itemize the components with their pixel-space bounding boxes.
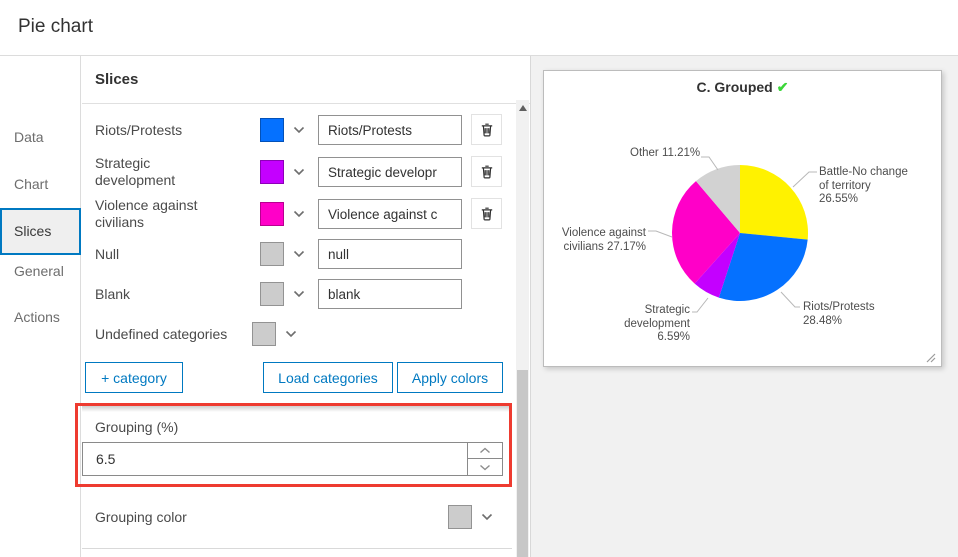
delete-category-button[interactable] bbox=[471, 114, 502, 145]
pie-label-battle: Battle-No change of territory 26.55% bbox=[819, 166, 908, 205]
pie-label-riots: Riots/Protests 28.48% bbox=[803, 301, 875, 327]
category-label: Strategic development bbox=[95, 155, 176, 188]
color-swatch[interactable] bbox=[260, 118, 284, 142]
color-swatch[interactable] bbox=[260, 160, 284, 184]
grouping-color-label: Grouping color bbox=[95, 509, 187, 525]
category-label: Null bbox=[95, 246, 120, 262]
delete-category-button[interactable] bbox=[471, 198, 502, 229]
chevron-down-icon[interactable] bbox=[293, 168, 305, 176]
category-name-input[interactable] bbox=[318, 279, 462, 309]
chevron-down-icon[interactable] bbox=[293, 126, 305, 134]
pie-slices-group bbox=[671, 165, 809, 302]
chevron-down-icon bbox=[480, 464, 490, 470]
trash-icon bbox=[481, 123, 492, 137]
color-swatch[interactable] bbox=[252, 322, 276, 346]
pie-label-violence: Violence against civilians 27.17% bbox=[561, 227, 646, 253]
sidebar: Data Chart Slices General Actions bbox=[0, 56, 81, 557]
grouping-color-swatch[interactable] bbox=[448, 505, 472, 529]
category-label: Riots/Protests bbox=[95, 122, 183, 138]
category-name-input[interactable] bbox=[318, 239, 462, 269]
category-name-input[interactable] bbox=[318, 199, 462, 229]
chevron-down-icon[interactable] bbox=[293, 210, 305, 218]
chevron-down-icon[interactable] bbox=[293, 290, 305, 298]
add-category-button[interactable]: + category bbox=[85, 362, 183, 393]
sidebar-item-slices-label: Slices bbox=[14, 223, 52, 239]
pie-label-strategic: Strategic development 6.59% bbox=[624, 304, 690, 343]
chevron-up-icon bbox=[480, 447, 490, 454]
panel-divider bbox=[82, 103, 531, 104]
chart-preview-card[interactable]: C. Grouped ✔ Other 11.21% Battle-No chang… bbox=[543, 70, 942, 367]
trash-icon bbox=[481, 165, 492, 179]
pie-chart-config-window: Pie chart Data Chart Slices General Acti… bbox=[0, 0, 958, 557]
category-label: Violence against civilians bbox=[95, 197, 198, 230]
stepper-up-button[interactable] bbox=[468, 443, 502, 459]
pie-slice-0 bbox=[740, 165, 809, 240]
color-swatch[interactable] bbox=[260, 242, 284, 266]
slices-panel: Slices Riots/Protests Strategic developm… bbox=[75, 56, 531, 557]
category-label: Blank bbox=[95, 286, 131, 302]
section-divider bbox=[82, 548, 512, 549]
pie-label-other: Other 11.21% bbox=[630, 147, 701, 159]
category-label: Undefined categories bbox=[95, 326, 228, 342]
sidebar-item-general[interactable]: General bbox=[14, 263, 64, 279]
sidebar-item-actions[interactable]: Actions bbox=[14, 309, 60, 325]
scrollbar-thumb[interactable] bbox=[517, 370, 528, 557]
page-title: Pie chart bbox=[18, 16, 93, 37]
stepper-down-button[interactable] bbox=[468, 459, 502, 475]
apply-colors-button[interactable]: Apply colors bbox=[397, 362, 503, 393]
delete-category-button[interactable] bbox=[471, 156, 502, 187]
sidebar-item-slices[interactable]: Slices bbox=[0, 208, 81, 255]
scroll-shadow bbox=[82, 405, 512, 412]
grouping-percent-input[interactable] bbox=[82, 442, 468, 476]
chevron-down-icon[interactable] bbox=[285, 330, 297, 338]
sidebar-item-chart[interactable]: Chart bbox=[14, 176, 48, 192]
grouping-stepper bbox=[467, 442, 503, 476]
sidebar-item-data[interactable]: Data bbox=[14, 129, 44, 145]
panel-title: Slices bbox=[95, 71, 139, 88]
resize-handle-icon bbox=[926, 353, 936, 363]
window-header: Pie chart bbox=[0, 0, 958, 56]
category-name-input[interactable] bbox=[318, 115, 462, 145]
grouping-label: Grouping (%) bbox=[95, 419, 179, 435]
trash-icon bbox=[481, 207, 492, 221]
category-name-input[interactable] bbox=[318, 157, 462, 187]
scrollbar-up-button[interactable] bbox=[519, 105, 527, 111]
color-swatch[interactable] bbox=[260, 282, 284, 306]
load-categories-button[interactable]: Load categories bbox=[263, 362, 393, 393]
chevron-down-icon[interactable] bbox=[293, 250, 305, 258]
color-swatch[interactable] bbox=[260, 202, 284, 226]
chevron-down-icon[interactable] bbox=[481, 513, 493, 521]
